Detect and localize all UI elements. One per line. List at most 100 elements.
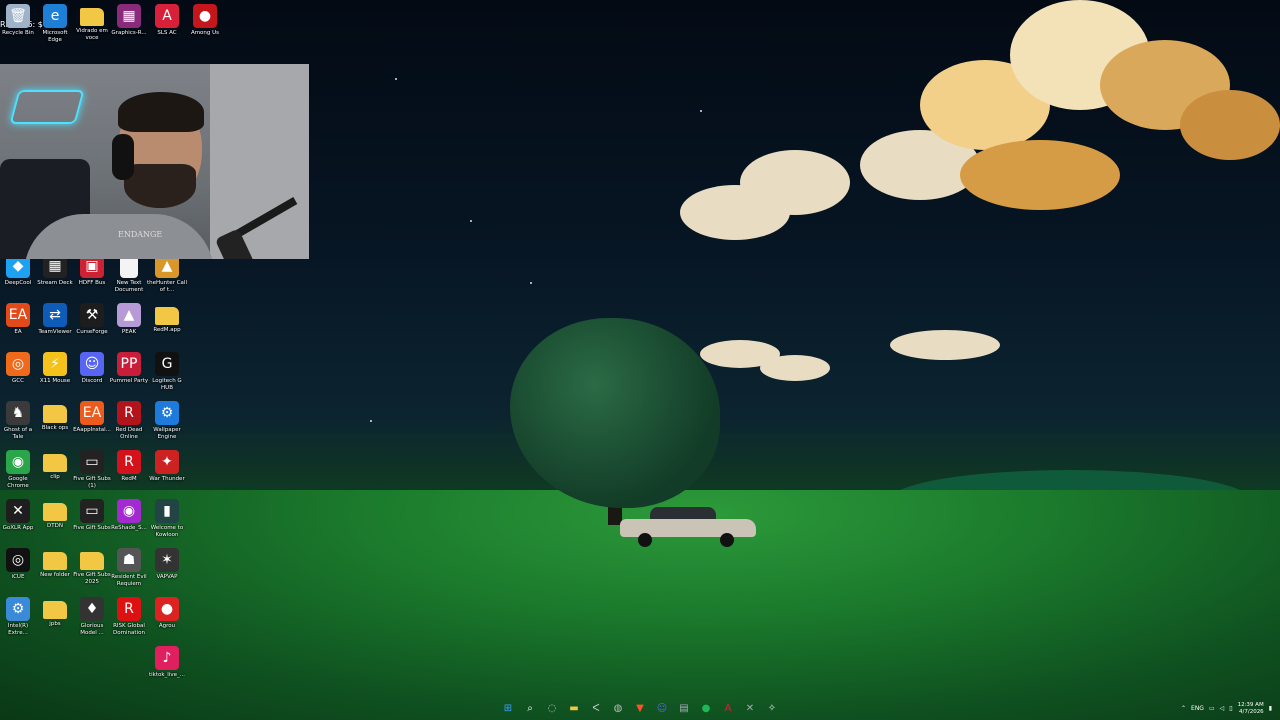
headphones (112, 134, 134, 180)
desktop-icon[interactable]: e Microsoft Edge (37, 4, 73, 43)
folder-icon (155, 307, 179, 325)
desktop-icon[interactable]: ♦ Glorious Model ... (74, 597, 110, 636)
x11-mouse-icon: ⚡ (43, 352, 67, 376)
person-hair (118, 92, 204, 132)
desktop-icon[interactable]: ◎ GCC (0, 352, 36, 385)
taskbar-app-7[interactable]: ✧ (764, 701, 780, 717)
search-button[interactable]: ⌕ (522, 701, 538, 717)
desktop-icon[interactable]: Five Gift Subs 2025 (73, 548, 111, 585)
tree-crown (510, 318, 720, 508)
taskbar-app-3[interactable]: ◍ (610, 701, 626, 717)
desktop-icon[interactable]: ⇄ TeamViewer (37, 303, 73, 336)
desktop-icon[interactable]: ✕ GoXLR App (0, 499, 36, 532)
desktop-icon[interactable]: ◉ ReShade_S... (111, 499, 147, 532)
ghost-of-a-tale-icon: ♞ (6, 401, 30, 425)
gcc-icon: ◎ (6, 352, 30, 376)
icue-icon: ◎ (6, 548, 30, 572)
desktop-icon[interactable]: ⚡ X11 Mouse (37, 352, 73, 385)
discord-taskbar[interactable]: ☺ (654, 701, 670, 717)
desktop-icon[interactable]: ☺ Discord (74, 352, 110, 385)
desktop-icon[interactable]: ♪ tiktok_live_... (149, 646, 185, 679)
desktop-icon[interactable]: ▭ Five Gift Subs (73, 499, 111, 532)
language-indicator[interactable]: ENG (1191, 705, 1204, 712)
desktop-icon-label: Resident Evil Requiem (111, 574, 147, 587)
folder-icon (43, 405, 67, 423)
star (395, 78, 397, 80)
desktop-icon[interactable]: ✶ VAPVAP (149, 548, 185, 581)
taskbar-app-4[interactable]: ▤ (676, 701, 692, 717)
desktop-icon-label: DTDN (47, 523, 63, 529)
sls-icon: A (155, 4, 179, 28)
desktop-icon[interactable]: R Red Dead Online (111, 401, 147, 440)
desktop-icon-label: RedM.app (153, 327, 181, 333)
desktop-icon[interactable]: A SLS AC (149, 4, 185, 37)
desktop-icon[interactable]: ✦ War Thunder (149, 450, 185, 483)
desktop-icon-label: TeamViewer (38, 329, 72, 335)
desktop-icon[interactable]: G Logitech G HUB (149, 352, 185, 391)
desktop-icon-label: Recycle Bin (2, 30, 34, 36)
agrou-icon: ● (155, 597, 179, 621)
desktop-icon[interactable]: ▮ Welcome to Kowloon (149, 499, 185, 538)
desktop-icon[interactable]: ▦ Graphics-R... (111, 4, 147, 37)
desktop-icon[interactable]: EA EA (0, 303, 36, 336)
desktop-icon[interactable]: EA EAappInstal... (73, 401, 111, 434)
desktop-icon[interactable]: New folder (37, 548, 73, 579)
desktop-icon[interactable]: ● Among Us (187, 4, 223, 37)
notification-icon[interactable]: ▮ (1269, 705, 1272, 712)
desktop-icon-label: Wallpaper Engine (153, 427, 181, 440)
folder-icon (80, 8, 104, 26)
desktop-icon[interactable]: ⚒ CurseForge (74, 303, 110, 336)
desktop-icon[interactable]: ▲ PEAK (111, 303, 147, 336)
battery-icon[interactable]: ▯ (1229, 705, 1232, 712)
desktop-icon[interactable]: DTDN (37, 499, 73, 530)
desktop-icon[interactable]: ▭ Five Gift Subs (1) (73, 450, 111, 489)
taskbar-app-6[interactable]: ✕ (742, 701, 758, 717)
desktop-icon[interactable]: PP Pummel Party (110, 352, 148, 385)
desktop-icon-label: X11 Mouse (39, 378, 71, 384)
desktop-icon[interactable]: ♞ Ghost of a Tale (0, 401, 36, 440)
desktop-icon[interactable]: ◎ iCUE (0, 548, 36, 581)
desktop-icon[interactable]: New Text Document (111, 254, 147, 293)
desktop-icon[interactable]: ▲ theHunter Call of t... (147, 254, 187, 293)
clock[interactable]: 12:39 AM 4/7/2026 (1238, 702, 1264, 716)
webcam-overlay: ENDANGE (0, 64, 309, 259)
desktop-icon[interactable]: ◉ Google Chrome (0, 450, 36, 489)
spotify-taskbar[interactable]: ● (698, 701, 714, 717)
desktop-icon[interactable]: R RedM (111, 450, 147, 483)
file-explorer-taskbar[interactable]: ▬ (566, 701, 582, 717)
taskbar-app-5[interactable]: A (720, 701, 736, 717)
desktop-icon[interactable]: ⚙ Wallpaper Engine (149, 401, 185, 440)
desktop-icon-label: SLS AC (157, 30, 177, 36)
video-icon: ▭ (80, 499, 104, 523)
among-us-icon: ● (193, 4, 217, 28)
desktop-icon-label: Vidrado em voce (76, 28, 108, 41)
folder-icon (43, 601, 67, 619)
taskbar-app-2[interactable]: ᐸ (588, 701, 604, 717)
brave-taskbar[interactable]: ▼ (632, 701, 648, 717)
star (700, 110, 702, 112)
desktop-icon-label: Ghost of a Tale (3, 427, 33, 440)
volume-icon[interactable]: ◁ (1220, 705, 1225, 712)
desktop-icon-label: Intel(R) Extre... (7, 623, 29, 636)
network-icon[interactable]: ▭ (1209, 705, 1215, 712)
desktop-icon[interactable]: R RISK Global Domination (111, 597, 147, 636)
desktop-icon[interactable]: jpbs (37, 597, 73, 628)
tray-chevron-icon[interactable]: ⌃ (1181, 705, 1186, 712)
start-button[interactable]: ⊞ (500, 701, 516, 717)
goxlr-icon: ✕ (6, 499, 30, 523)
desktop-icon[interactable]: clip (37, 450, 73, 481)
desktop-icon-label: EAappInstal... (73, 427, 111, 433)
taskbar-app-1[interactable]: ◌ (544, 701, 560, 717)
desktop-icon[interactable]: ⚙ Intel(R) Extre... (0, 597, 36, 636)
desktop-icon[interactable]: RedM.app (149, 303, 185, 334)
desktop-icon[interactable]: Vidrado em voce (74, 4, 110, 41)
desktop-icon[interactable]: ☗ Resident Evil Requiem (111, 548, 147, 587)
teamviewer-icon: ⇄ (43, 303, 67, 327)
desktop-icon-label: Graphics-R... (111, 30, 147, 36)
desktop-icon-label: GCC (12, 378, 24, 384)
desktop-icon-label: DeepCool (4, 280, 32, 286)
desktop-icon[interactable]: 🗑 Recycle Bin (0, 4, 36, 37)
desktop-icon[interactable]: ● Agrou (149, 597, 185, 630)
desktop-icon[interactable]: Black ops (37, 401, 73, 432)
tiktok-icon: ♪ (155, 646, 179, 670)
